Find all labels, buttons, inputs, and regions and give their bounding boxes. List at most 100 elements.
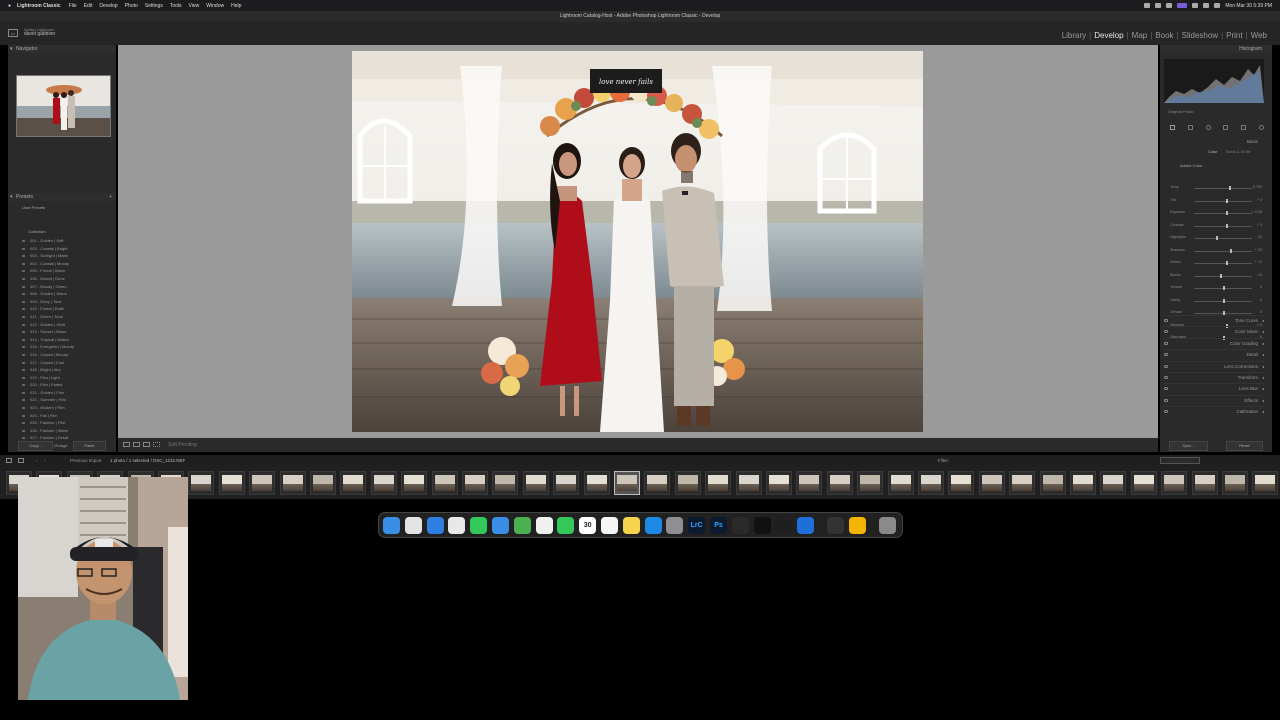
expand-arrow-icon[interactable]: ◂ <box>1262 350 1264 359</box>
preset-item[interactable]: 009 - Deep | Tone <box>8 298 116 306</box>
slider-knob[interactable] <box>1220 273 1223 278</box>
slider-knob[interactable] <box>1216 236 1219 240</box>
preset-item[interactable]: 021 - Golden | Film <box>8 389 116 397</box>
slider-value[interactable]: + 12 <box>1255 260 1262 264</box>
slider-track[interactable] <box>1194 200 1252 202</box>
preset-item[interactable]: 020 - Film | Faded <box>8 381 116 389</box>
filmstrip-thumbnail[interactable] <box>918 471 944 495</box>
filmstrip-thumbnail[interactable] <box>1161 471 1188 495</box>
filmstrip-thumbnail[interactable] <box>462 471 488 495</box>
dock-photos-icon[interactable] <box>535 517 553 534</box>
navigator-preview[interactable] <box>16 75 111 137</box>
filmstrip-thumbnail[interactable] <box>735 471 762 495</box>
slider-knob[interactable] <box>1225 211 1228 215</box>
slider-clarity[interactable]: Clarity 0 <box>1166 298 1264 304</box>
slider-knob[interactable] <box>1223 298 1225 303</box>
visibility-eye-icon[interactable] <box>1164 364 1168 368</box>
visibility-eye-icon[interactable] <box>1164 387 1168 391</box>
red-eye-icon[interactable] <box>1223 125 1229 130</box>
preset-item[interactable]: 025 - Fashion | Film <box>8 419 116 427</box>
filmstrip-thumbnail[interactable] <box>796 471 823 495</box>
preset-item[interactable]: 014 - Tropical | Muted <box>8 336 116 344</box>
slider-highlights[interactable]: Highlights - 20 <box>1166 235 1264 241</box>
module-print[interactable]: Print <box>1223 31 1245 40</box>
slider-value[interactable]: 5,750 <box>1253 185 1262 189</box>
filmstrip-thumbnail[interactable] <box>340 471 367 495</box>
expand-arrow-icon[interactable]: ◂ <box>1262 384 1264 393</box>
slider-track[interactable] <box>1194 225 1252 227</box>
section-tone-curve[interactable]: Tone Curve ◂ <box>1164 315 1266 324</box>
slider-knob[interactable] <box>1225 223 1228 228</box>
recording-icon[interactable] <box>1177 3 1188 8</box>
dock-safari-icon[interactable] <box>426 517 444 534</box>
section-color-mixer[interactable]: Color Mixer ◂ <box>1164 326 1266 335</box>
menu-settings[interactable]: Settings <box>145 3 163 9</box>
filmstrip-thumbnail[interactable] <box>1009 471 1036 495</box>
filmstrip-thumbnail[interactable] <box>857 471 884 495</box>
filmstrip-thumbnail[interactable] <box>614 471 640 495</box>
loupe-view-icon[interactable] <box>123 442 130 447</box>
slider-value[interactable]: - 10 <box>1256 273 1262 277</box>
expand-arrow-icon[interactable]: ◂ <box>1262 327 1264 336</box>
slider-tint[interactable]: Tint + 4 <box>1166 198 1264 204</box>
filmstrip-thumbnail[interactable] <box>705 471 732 495</box>
dock-reminders-icon[interactable] <box>601 517 618 534</box>
nav-forward-icon[interactable]: › <box>44 458 46 463</box>
section-lens-blur[interactable]: Lens Blur ◂ <box>1164 383 1266 392</box>
preset-item[interactable]: 018 - Bright | Airy <box>8 366 116 374</box>
slider-value[interactable]: 0 <box>1260 285 1262 289</box>
menu-help[interactable]: Help <box>231 3 241 9</box>
dock-launchpad-icon[interactable] <box>404 517 422 534</box>
dock-facetime-icon[interactable] <box>557 517 575 534</box>
module-library[interactable]: Library <box>1059 31 1089 40</box>
dock-photoshop-icon[interactable]: Ps <box>710 517 727 534</box>
preset-item[interactable]: 008 - Golden | Warm <box>8 290 116 298</box>
visibility-eye-icon[interactable] <box>1164 341 1168 345</box>
slider-temp[interactable]: Temp 5,750 <box>1166 185 1264 191</box>
slider-whites[interactable]: Whites + 12 <box>1166 260 1264 266</box>
dock-davinci-resolve-icon[interactable] <box>731 517 749 534</box>
preset-item[interactable]: 007 - Moody | Green <box>8 283 116 291</box>
preset-item[interactable]: 004 - Coastal | Moody <box>8 260 116 268</box>
filmstrip-thumbnail[interactable] <box>1252 471 1279 495</box>
preset-item[interactable]: 010 - Forest | Earth <box>8 305 116 313</box>
filmstrip-thumbnail[interactable] <box>1100 471 1127 495</box>
reset-button[interactable]: Reset <box>1226 441 1263 451</box>
edit-tool-icon[interactable] <box>1170 125 1175 130</box>
preset-item[interactable]: 023 - Modern | Film <box>8 404 116 412</box>
main-photo[interactable]: love never fails <box>352 51 923 432</box>
module-develop[interactable]: Develop <box>1091 31 1126 40</box>
status-icon[interactable] <box>1144 3 1151 8</box>
sync-button[interactable]: Sync... <box>1169 441 1208 451</box>
profile-select[interactable]: Adobe Color <box>1180 163 1202 168</box>
filmstrip-thumbnail[interactable] <box>249 471 276 495</box>
slider-track[interactable] <box>1194 238 1252 239</box>
preset-item[interactable]: 016 - Crystal | Moody <box>8 351 116 359</box>
histogram[interactable] <box>1164 59 1264 103</box>
expand-arrow-icon[interactable]: ◂ <box>1262 373 1264 382</box>
soft-proofing-label[interactable]: Soft Proofing <box>168 442 197 448</box>
slider-knob[interactable] <box>1229 248 1232 253</box>
filmstrip-thumbnail[interactable] <box>188 471 215 495</box>
expand-arrow-icon[interactable]: ◂ <box>1262 396 1264 405</box>
dock-finder-icon[interactable] <box>383 517 400 534</box>
crop-tool-icon[interactable] <box>1187 125 1193 130</box>
slider-value[interactable]: + 4 <box>1257 198 1262 202</box>
slider-contrast[interactable]: Contrast + 5 <box>1166 223 1264 229</box>
control-center-icon[interactable] <box>1214 3 1221 8</box>
visibility-eye-icon[interactable] <box>1164 319 1168 322</box>
histogram-header[interactable]: Histogram <box>1160 45 1272 53</box>
filmstrip-thumbnail[interactable] <box>978 471 1005 495</box>
filmstrip-thumbnail[interactable] <box>826 471 853 495</box>
presets-header[interactable]: ▾ Presets + <box>8 193 116 201</box>
preset-item[interactable]: 022 - Summer | Film <box>8 396 116 404</box>
section-lens-corrections[interactable]: Lens Corrections ◂ <box>1164 360 1266 370</box>
paste-button[interactable]: Paste <box>73 441 106 451</box>
treatment-bw[interactable]: Black & White <box>1226 149 1251 154</box>
visibility-eye-icon[interactable] <box>1164 353 1168 357</box>
slider-track[interactable] <box>1194 213 1252 214</box>
filmstrip-thumbnail[interactable] <box>401 471 428 495</box>
dock-browser-icon[interactable] <box>797 517 815 534</box>
section-calibration[interactable]: Calibration ◂ <box>1164 406 1266 415</box>
filmstrip-thumbnail[interactable] <box>1070 471 1096 495</box>
